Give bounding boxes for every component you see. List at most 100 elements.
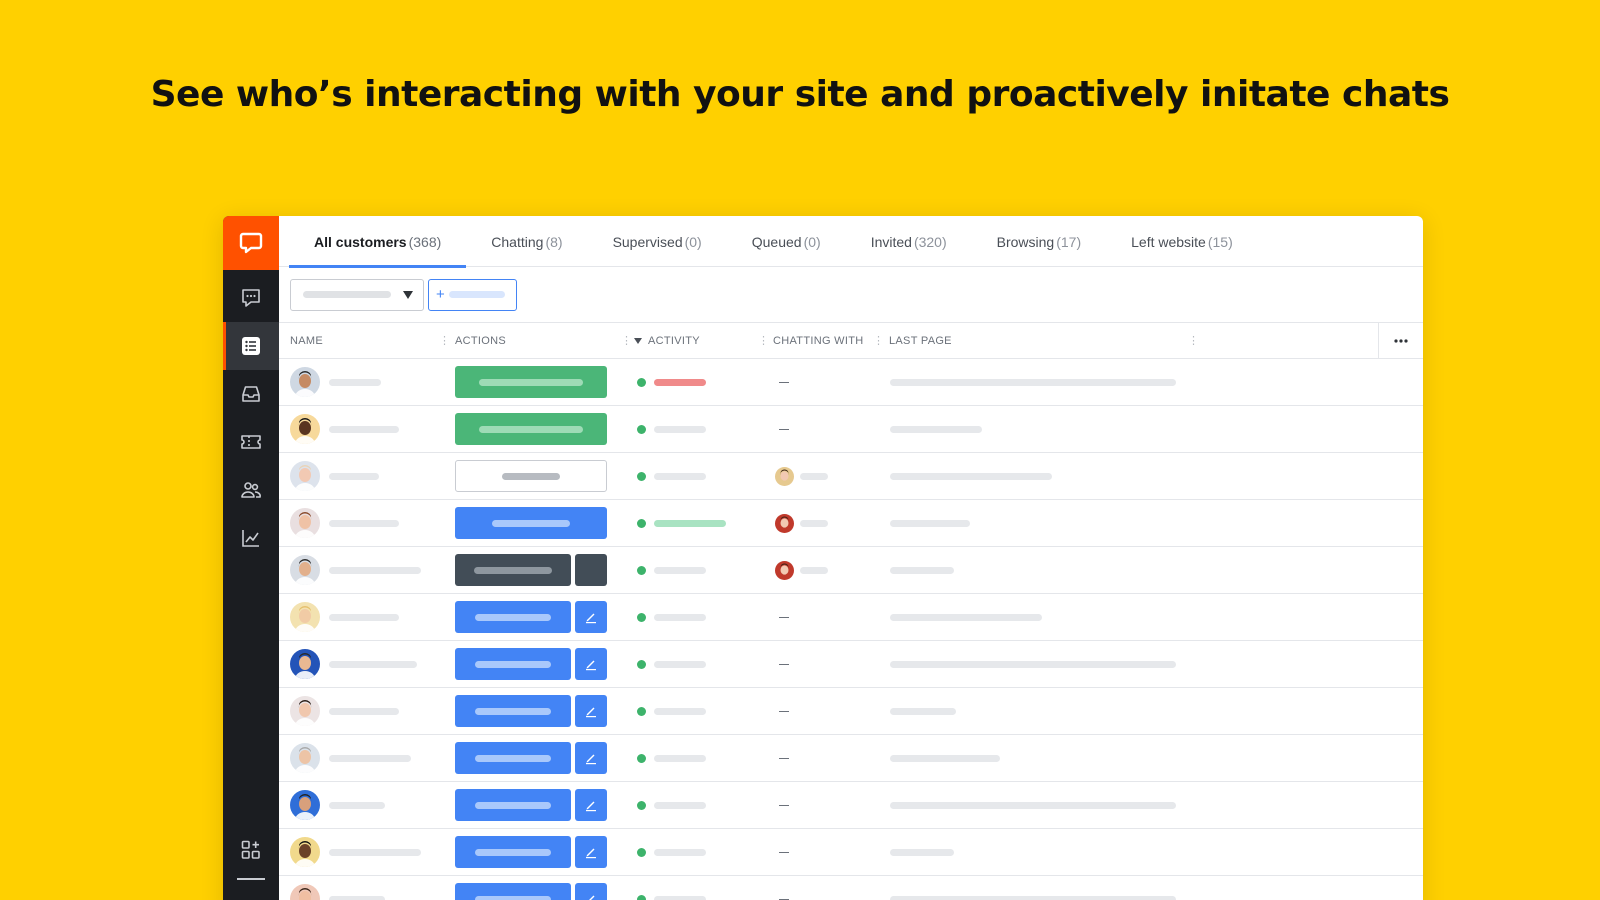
avatar[interactable]	[290, 414, 320, 444]
chatting-with-cell	[775, 500, 828, 546]
edit-invitation-button[interactable]	[575, 601, 607, 633]
table-row[interactable]	[279, 735, 1423, 782]
chat-bubble-icon	[242, 289, 260, 307]
supervise-extra-button[interactable]	[575, 554, 607, 586]
tab-invited[interactable]: Invited (320)	[846, 216, 972, 267]
column-resize-handle[interactable]: ⋮	[1188, 335, 1199, 347]
avatar[interactable]	[290, 367, 320, 397]
sidebar-item-tickets[interactable]	[223, 418, 279, 466]
start-chat-button[interactable]	[455, 413, 607, 445]
edit-invitation-button[interactable]	[575, 695, 607, 727]
edit-invitation-button[interactable]	[575, 836, 607, 868]
table-row[interactable]	[279, 547, 1423, 594]
tab-queued[interactable]: Queued (0)	[727, 216, 846, 267]
sidebar-item-chats[interactable]	[223, 274, 279, 322]
table-row[interactable]	[279, 688, 1423, 735]
table-row[interactable]	[279, 406, 1423, 453]
invite-to-chat-button[interactable]	[455, 836, 571, 868]
tab-left-website[interactable]: Left website (15)	[1106, 216, 1258, 267]
invite-to-chat-button[interactable]	[455, 742, 571, 774]
customer-name-cell	[290, 453, 379, 499]
customer-name-bar	[329, 425, 399, 433]
livechat-logo[interactable]	[223, 216, 279, 270]
table-row[interactable]	[279, 359, 1423, 406]
avatar[interactable]	[290, 743, 320, 773]
last-page-cell	[890, 641, 1176, 687]
agent-name-bar	[800, 566, 828, 574]
edit-invitation-button[interactable]	[575, 789, 607, 821]
column-lastpage-header[interactable]: LAST PAGE	[889, 323, 952, 359]
invite-to-chat-button[interactable]	[455, 789, 571, 821]
table-row[interactable]	[279, 641, 1423, 688]
last-page-cell	[890, 453, 1052, 499]
avatar-photo	[290, 461, 320, 491]
button-label-bar	[492, 519, 570, 527]
column-resize-handle[interactable]: ⋮	[873, 335, 884, 347]
table-row[interactable]	[279, 453, 1423, 500]
last-page-bar	[890, 472, 1052, 480]
avatar[interactable]	[290, 790, 320, 820]
online-status-dot	[637, 565, 646, 575]
customer-name-bar	[329, 801, 385, 809]
column-resize-handle[interactable]: ⋮	[758, 335, 769, 347]
avatar[interactable]	[290, 602, 320, 632]
avatar[interactable]	[290, 555, 320, 585]
activity-cell	[637, 453, 706, 499]
sidebar-item-inbox[interactable]	[223, 370, 279, 418]
tab-all-customers[interactable]: All customers (368)	[289, 216, 467, 268]
supervise-button[interactable]	[455, 554, 571, 586]
button-label-bar	[474, 566, 552, 574]
edit-invitation-button[interactable]	[575, 648, 607, 680]
page-headline: See who’s interacting with your site and…	[150, 74, 1450, 115]
invite-pending-button[interactable]	[455, 460, 607, 492]
tab-chatting[interactable]: Chatting (8)	[466, 216, 587, 267]
tab-browsing[interactable]: Browsing (17)	[972, 216, 1107, 267]
sidebar-item-team[interactable]	[223, 466, 279, 514]
invite-to-chat-button[interactable]	[455, 695, 571, 727]
actions-cell	[455, 453, 607, 499]
column-resize-handle[interactable]: ⋮	[621, 335, 632, 347]
empty-dash	[779, 898, 789, 900]
column-actions-header[interactable]: ACTIONS	[455, 323, 506, 359]
customer-name-bar	[329, 378, 381, 386]
go-to-chat-button[interactable]	[455, 507, 607, 539]
table-row[interactable]	[279, 782, 1423, 829]
last-page-cell	[890, 547, 954, 593]
avatar[interactable]	[290, 696, 320, 726]
filter-select[interactable]	[290, 278, 424, 311]
avatar[interactable]	[290, 508, 320, 538]
add-filter-button[interactable]: +	[428, 278, 517, 311]
activity-bar	[654, 566, 706, 574]
avatar[interactable]	[290, 837, 320, 867]
activity-bar	[654, 660, 706, 668]
sidebar-item-apps[interactable]	[223, 826, 279, 874]
column-name-header[interactable]: NAME	[290, 323, 323, 359]
invite-to-chat-button[interactable]	[455, 601, 571, 633]
start-chat-button[interactable]	[455, 366, 607, 398]
edit-invitation-button[interactable]	[575, 742, 607, 774]
column-resize-handle[interactable]: ⋮	[439, 335, 450, 347]
customer-tabs: All customers (368) Chatting (8) Supervised(…	[279, 216, 1423, 268]
edit-invitation-button[interactable]	[575, 883, 607, 900]
column-settings-button[interactable]	[1378, 323, 1423, 359]
tab-label: Browsing	[996, 233, 1055, 250]
avatar[interactable]	[290, 461, 320, 491]
online-status-dot	[637, 471, 646, 481]
avatar[interactable]	[290, 884, 320, 900]
invite-to-chat-button[interactable]	[455, 883, 571, 900]
online-status-dot	[637, 706, 646, 716]
invite-to-chat-button[interactable]	[455, 648, 571, 680]
sidebar-item-reports[interactable]	[223, 514, 279, 562]
avatar[interactable]	[290, 649, 320, 679]
table-row[interactable]	[279, 500, 1423, 547]
tab-supervised[interactable]: Supervised (0)	[588, 216, 727, 267]
table-row[interactable]	[279, 594, 1423, 641]
column-chatting-header[interactable]: CHATTING WITH	[773, 323, 863, 359]
table-row[interactable]	[279, 876, 1423, 900]
online-status-dot	[637, 424, 646, 434]
column-activity-header[interactable]: ACTIVITY	[634, 323, 700, 359]
customer-name-cell	[290, 641, 417, 687]
table-row[interactable]	[279, 829, 1423, 876]
tab-count: (15)	[1207, 233, 1233, 250]
sidebar-item-customers[interactable]	[223, 322, 279, 370]
